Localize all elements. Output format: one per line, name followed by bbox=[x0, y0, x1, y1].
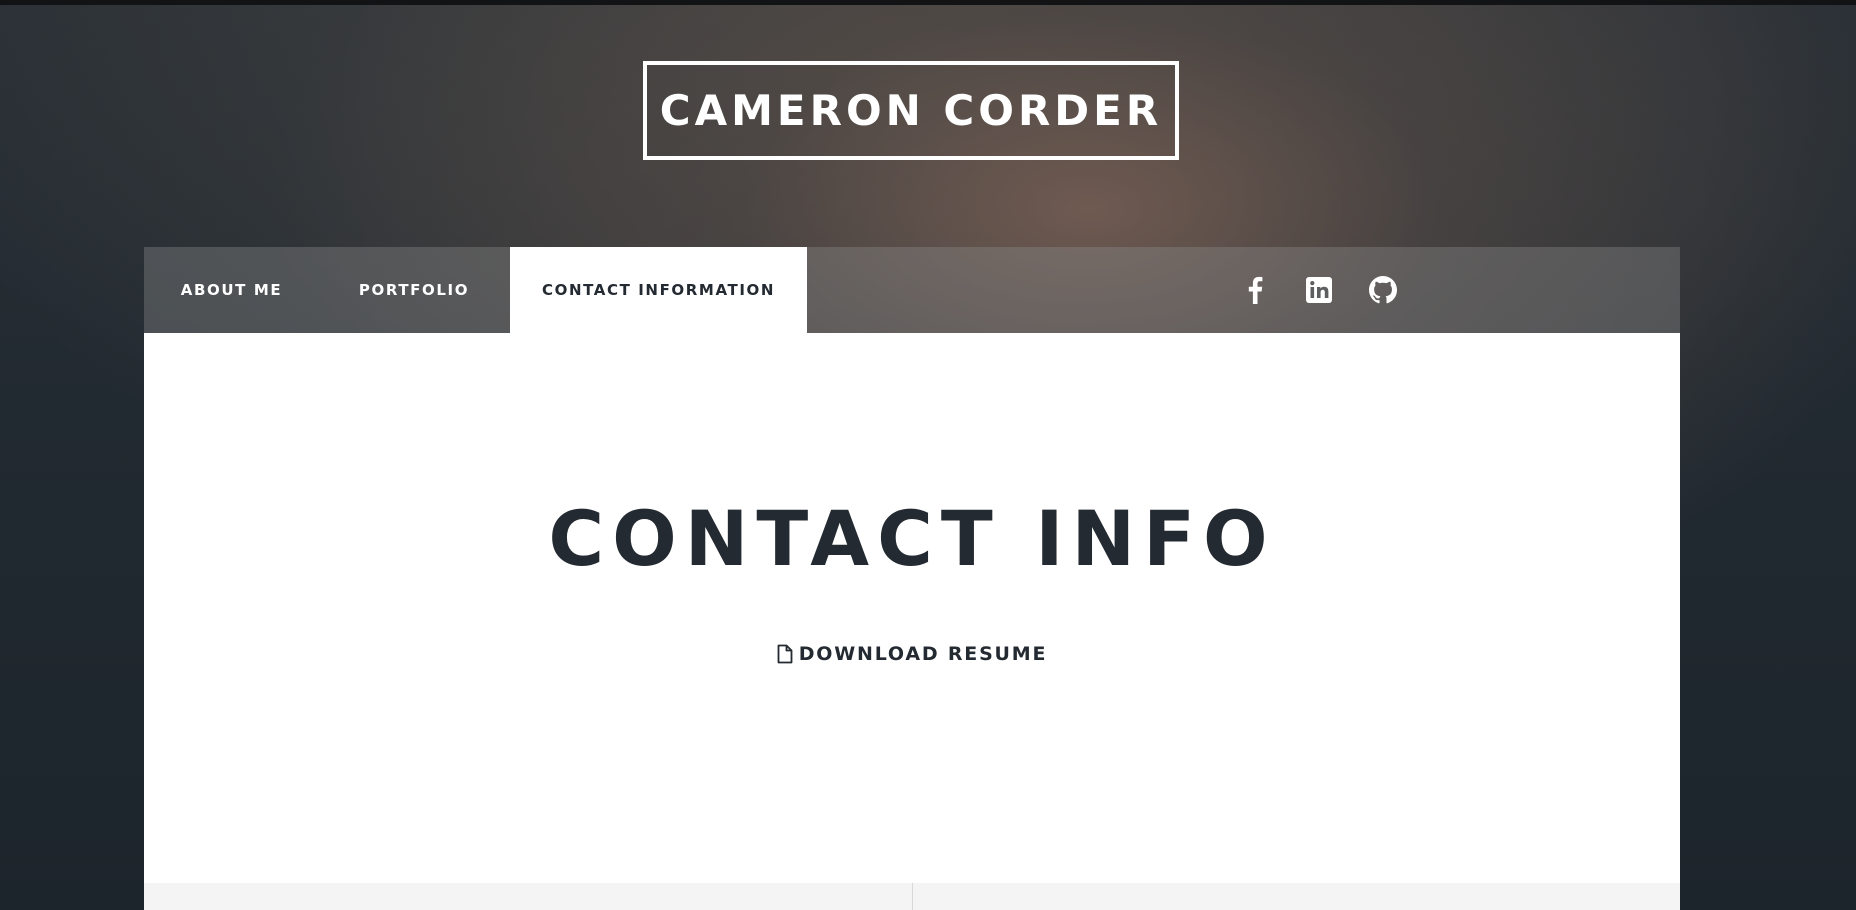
download-resume-link[interactable]: DOWNLOAD RESUME bbox=[144, 643, 1680, 665]
main-content: CONTACT INFO DOWNLOAD RESUME bbox=[144, 333, 1680, 883]
site-title: CAMERON CORDER bbox=[659, 86, 1163, 135]
footer-section bbox=[144, 883, 1680, 910]
nav-item-about-me[interactable]: ABOUT ME bbox=[144, 247, 319, 333]
nav-item-label: PORTFOLIO bbox=[358, 281, 470, 299]
facebook-link[interactable] bbox=[1238, 273, 1272, 307]
site-title-box[interactable]: CAMERON CORDER bbox=[643, 61, 1179, 160]
linkedin-icon bbox=[1306, 277, 1332, 303]
footer-divider bbox=[912, 883, 913, 910]
nav-item-contact-information[interactable]: CONTACT INFORMATION bbox=[510, 247, 807, 333]
browser-top-strip bbox=[0, 0, 1856, 5]
download-resume-label: DOWNLOAD RESUME bbox=[798, 643, 1048, 665]
nav-item-label: CONTACT INFORMATION bbox=[541, 281, 776, 299]
nav-item-label: ABOUT ME bbox=[180, 281, 283, 299]
nav-item-portfolio[interactable]: PORTFOLIO bbox=[319, 247, 509, 333]
github-icon bbox=[1369, 276, 1397, 304]
facebook-icon bbox=[1247, 276, 1263, 304]
navigation-bar: ABOUT ME PORTFOLIO CONTACT INFORMATION bbox=[144, 247, 1680, 333]
linkedin-link[interactable] bbox=[1302, 273, 1336, 307]
github-link[interactable] bbox=[1366, 273, 1400, 307]
page-title: CONTACT INFO bbox=[548, 494, 1276, 583]
file-icon bbox=[777, 644, 793, 664]
